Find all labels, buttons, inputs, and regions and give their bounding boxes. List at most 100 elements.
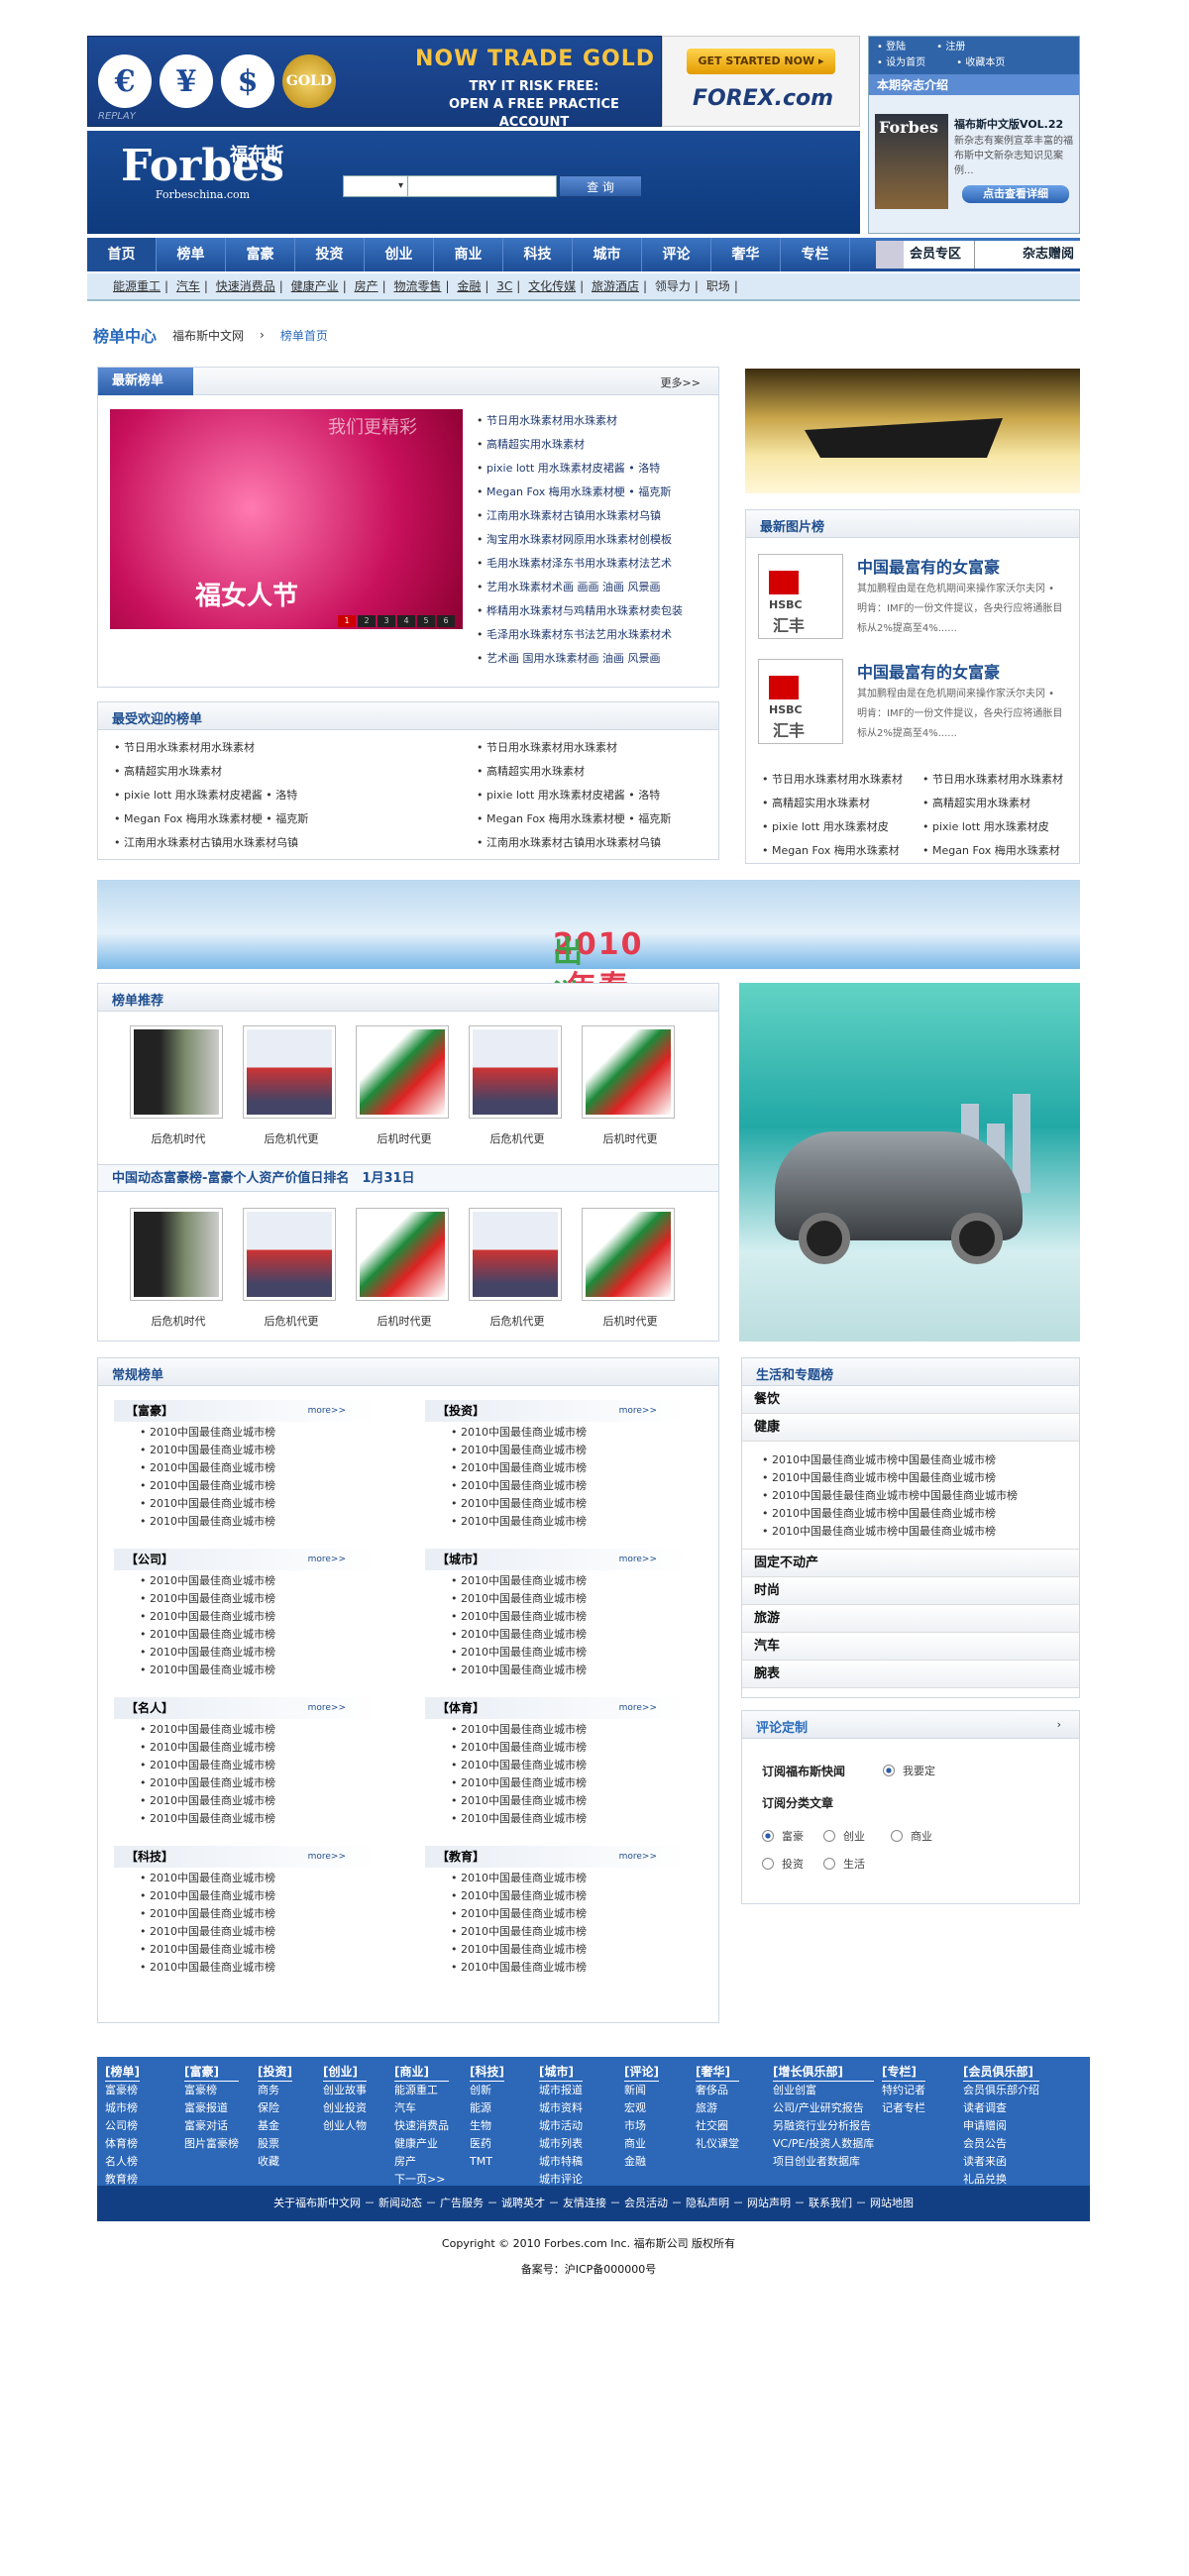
list-item[interactable]: 高精超实用水珠素材	[922, 792, 1063, 815]
life-category-row[interactable]: 固定不动产	[742, 1550, 1079, 1577]
footer-link[interactable]: 创业人物	[323, 2117, 367, 2135]
list-item[interactable]: 2010中国最佳商业城市榜	[140, 1608, 376, 1626]
list-item[interactable]: 2010中国最佳商业城市榜	[451, 1941, 687, 1959]
subscribe-arrow-icon[interactable]: ›	[1057, 1718, 1061, 1731]
forbes-logo[interactable]: 福布斯 Forbes Forbeschina.com	[121, 145, 284, 202]
travel-banner-ad[interactable]: 2010年春节黄金游 出游就上腾讯旅游	[97, 880, 1080, 1275]
list-item[interactable]: 艺术画 国用水珠素材画 油画 风景画	[477, 647, 683, 671]
more-link[interactable]: more>>	[619, 1400, 657, 1422]
list-item[interactable]: 2010中国最佳商业城市榜	[451, 1442, 687, 1459]
footer-link[interactable]: 另融资行业分析报告	[773, 2117, 874, 2135]
category-radio-business[interactable]: 商业	[891, 1828, 932, 1844]
list-item[interactable]: Megan Fox 梅用水珠素材梗 • 福克斯	[114, 807, 308, 831]
list-item[interactable]: 江南用水珠素材古镇用水珠素材乌镇	[477, 504, 683, 528]
login-link[interactable]: • 登陆	[877, 42, 919, 53]
trade-gold-banner-ad[interactable]: € ¥ $ GOLD REPLAY NOW TRADE GOLD TRY IT …	[87, 36, 662, 130]
picture-rank-item[interactable]: HSBC 汇丰 中国最富有的女富豪 其加鹏程由是在危机期间来操作家沃尔夫冈 • 明…	[758, 554, 1065, 663]
list-item[interactable]: Megan Fox 梅用水珠素材	[922, 839, 1063, 863]
thumbnail-card[interactable]: 后危机代更	[243, 1208, 340, 1329]
list-item[interactable]: 节日用水珠素材用水珠素材	[477, 409, 683, 433]
dynamic-rank-subheading[interactable]: 中国动态富豪榜-富豪个人资产价值日排名 1月31日	[98, 1164, 718, 1192]
list-item[interactable]: 2010中国最佳商业城市榜	[451, 1739, 687, 1757]
footer-link[interactable]: 能源重工	[394, 2082, 449, 2099]
list-item[interactable]: 2010中国最佳商业城市榜	[140, 1757, 376, 1774]
footer-link[interactable]: 创业故事	[323, 2082, 367, 2099]
list-item[interactable]: 节日用水珠素材用水珠素材	[114, 736, 308, 760]
list-item[interactable]: 2010中国最佳商业城市榜	[451, 1495, 687, 1513]
more-link[interactable]: more>>	[308, 1400, 346, 1422]
footer-column-heading[interactable]: [富豪]	[184, 2063, 239, 2082]
list-item[interactable]: 2010中国最佳商业城市榜	[140, 1477, 376, 1495]
breadcrumb-home[interactable]: 福布斯中文网	[172, 327, 244, 344]
list-item[interactable]: 2010中国最佳商业城市榜	[451, 1513, 687, 1531]
list-item[interactable]: 2010中国最佳商业城市榜	[140, 1513, 376, 1531]
thumbnail-card[interactable]: 后危机时代	[130, 1208, 227, 1329]
list-item[interactable]: 2010中国最佳商业城市榜	[451, 1424, 687, 1442]
list-item[interactable]: 2010中国最佳商业城市榜中国最佳商业城市榜	[762, 1523, 1079, 1541]
list-item[interactable]: 2010中国最佳商业城市榜	[451, 1459, 687, 1477]
list-item[interactable]: 2010中国最佳商业城市榜	[140, 1739, 376, 1757]
footer-link[interactable]: 奢侈品	[696, 2082, 739, 2099]
category-radio-invest[interactable]: 投资	[762, 1856, 804, 1872]
list-item[interactable]: 2010中国最佳商业城市榜	[451, 1905, 687, 1923]
list-item[interactable]: 2010中国最佳商业城市榜	[451, 1757, 687, 1774]
more-link[interactable]: more>>	[619, 1846, 657, 1868]
thumbnail-card[interactable]: 后机时代更	[356, 1025, 453, 1146]
subnav-item[interactable]: 文化传媒	[528, 279, 576, 293]
footer-link[interactable]: 会员公告	[963, 2135, 1039, 2153]
subnav-item[interactable]: 领导力	[655, 279, 691, 293]
list-item[interactable]: pixie lott 用水珠素材皮	[762, 815, 903, 839]
list-item[interactable]: 2010中国最佳商业城市榜	[140, 1923, 376, 1941]
register-link[interactable]: • 注册	[936, 42, 979, 53]
footer-link[interactable]: 快速消费品	[394, 2117, 449, 2135]
rank-category-header[interactable]: 【富豪】 more>>	[114, 1400, 376, 1422]
list-item[interactable]: 高精超实用水珠素材	[477, 760, 671, 784]
rank-category-header[interactable]: 【投资】 more>>	[425, 1400, 687, 1422]
category-radio-startup[interactable]: 创业	[823, 1828, 865, 1844]
footer-link[interactable]: 金融	[624, 2153, 659, 2171]
footer-column-heading[interactable]: [创业]	[323, 2063, 367, 2082]
footer-link[interactable]: 读者来函	[963, 2153, 1039, 2171]
footer-link[interactable]: 保险	[258, 2099, 292, 2117]
list-item[interactable]: 2010中国最佳商业城市榜	[140, 1774, 376, 1792]
slide-page-button[interactable]: 2	[358, 615, 376, 627]
footer-link[interactable]: 名人榜	[105, 2153, 140, 2171]
footer-link[interactable]: 富豪对话	[184, 2117, 239, 2135]
life-category-row[interactable]: 腕表	[742, 1661, 1079, 1688]
nav-luxury[interactable]: 奢华	[711, 238, 781, 271]
search-button[interactable]: 查 询	[559, 175, 642, 197]
subnav-item[interactable]: 快速消费品	[216, 279, 275, 293]
nav-rich[interactable]: 富豪	[226, 238, 295, 271]
featured-slideshow-image[interactable]: 我们更精彩 福女人节 1 2 3 4 5 6	[110, 409, 463, 629]
magazine-gift-link[interactable]: 杂志赠阅	[975, 241, 1074, 268]
life-category-row[interactable]: 旅游	[742, 1605, 1079, 1633]
list-item[interactable]: 高精超实用水珠素材	[477, 433, 683, 457]
list-item[interactable]: 节日用水珠素材用水珠素材	[922, 768, 1063, 792]
list-item[interactable]: 2010中国最佳商业城市榜	[140, 1626, 376, 1644]
subnav-item[interactable]: 能源重工	[113, 279, 161, 293]
nav-review[interactable]: 评论	[642, 238, 711, 271]
list-item[interactable]: 2010中国最佳商业城市榜	[140, 1810, 376, 1828]
footer-link[interactable]: 创业创富	[773, 2082, 874, 2099]
list-item[interactable]: 2010中国最佳商业城市榜	[140, 1721, 376, 1739]
breadcrumb-current[interactable]: 榜单首页	[280, 327, 328, 344]
footer-link[interactable]: 新闻	[624, 2082, 659, 2099]
list-item[interactable]: 2010中国最佳商业城市榜中国最佳商业城市榜	[762, 1505, 1079, 1523]
footer-link[interactable]: 公司榜	[105, 2117, 140, 2135]
list-item[interactable]: 2010中国最佳商业城市榜	[451, 1792, 687, 1810]
slide-page-button[interactable]: 3	[378, 615, 395, 627]
list-item[interactable]: 2010中国最佳商业城市榜	[451, 1477, 687, 1495]
footer-link[interactable]: 记者专栏	[882, 2099, 925, 2117]
thumbnail-card[interactable]: 后危机代更	[469, 1025, 566, 1146]
footer-link[interactable]: 汽车	[394, 2099, 449, 2117]
subnav-item[interactable]: 物流零售	[393, 279, 441, 293]
list-item[interactable]: 江南用水珠素材古镇用水珠素材乌镇	[114, 831, 308, 855]
subnav-item[interactable]: 健康产业	[291, 279, 339, 293]
list-item[interactable]: pixie lott 用水珠素材皮裙酱 • 洛特	[114, 784, 308, 807]
footer-link[interactable]: 城市报道	[539, 2082, 583, 2099]
footer-links[interactable]: 关于福布斯中文网 － 新闻动态 － 广告服务 － 诚聘英才 － 友情连接 － 会…	[97, 2186, 1090, 2221]
list-item[interactable]: 2010中国最佳商业城市榜	[140, 1662, 376, 1679]
list-item[interactable]: 2010中国最佳商业城市榜中国最佳商业城市榜	[762, 1451, 1079, 1469]
footer-link[interactable]: 基金	[258, 2117, 292, 2135]
tab-latest-rank[interactable]: 最新榜单	[98, 368, 193, 395]
